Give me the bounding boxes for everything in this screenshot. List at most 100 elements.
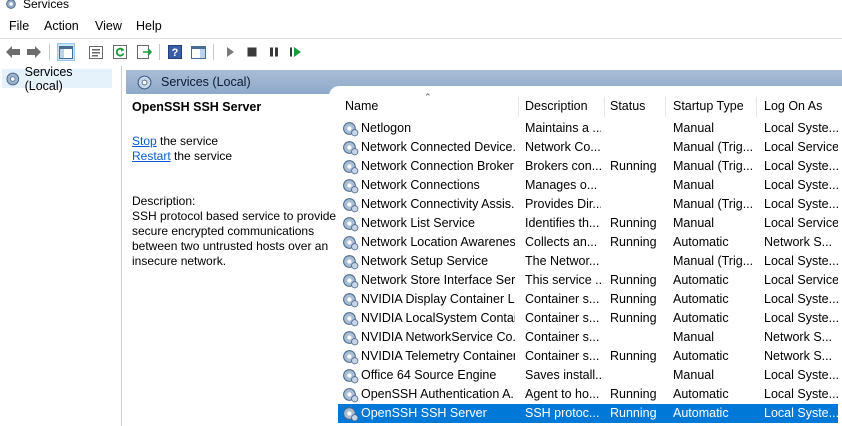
service-row[interactable]: NVIDIA NetworkService Co... Container s..… xyxy=(338,328,838,347)
row-log-on-as: Network S... xyxy=(764,235,833,249)
service-row[interactable]: Network Connections Manages o... Manual Loc… xyxy=(338,176,838,195)
show-hide-action-pane-icon[interactable] xyxy=(189,43,207,61)
service-gear-icon xyxy=(343,350,359,365)
row-log-on-as: Local Syste... xyxy=(764,368,838,382)
row-name: Network List Service xyxy=(361,216,475,230)
row-description: Agent to ho... xyxy=(525,387,600,401)
services-gear-icon xyxy=(6,72,20,85)
service-detail-panel: OpenSSH SSH Server Stop the service Rest… xyxy=(132,100,336,268)
row-description: This service ... xyxy=(525,273,601,287)
properties-icon[interactable] xyxy=(87,43,105,61)
menu-help[interactable]: Help xyxy=(136,19,162,33)
menu-file[interactable]: File xyxy=(9,19,29,33)
row-log-on-as: Local Syste... xyxy=(764,387,838,401)
row-description: The Networ... xyxy=(525,254,600,268)
window-title: Services xyxy=(23,0,70,11)
stop-line: Stop the service xyxy=(132,134,218,148)
service-gear-icon xyxy=(343,274,359,289)
toolbar-separator xyxy=(49,44,50,60)
row-log-on-as: Local Syste... xyxy=(764,292,838,306)
row-description: Collects an... xyxy=(525,235,598,249)
row-startup-type: Manual xyxy=(673,368,714,382)
tree-item-services-local[interactable]: Services (Local) xyxy=(2,65,112,93)
column-header-log-on-as[interactable]: Log On As xyxy=(764,99,822,119)
description-label: Description: xyxy=(132,194,196,208)
help-icon[interactable]: ? xyxy=(166,43,184,61)
column-header-startup-type[interactable]: Startup Type xyxy=(673,99,744,119)
service-row[interactable]: NVIDIA Telemetry Container Container s...… xyxy=(338,347,838,366)
toolbar: ? xyxy=(0,38,842,65)
description-line: secure encrypted communications xyxy=(132,224,315,238)
row-startup-type: Manual xyxy=(673,178,714,192)
row-name: NVIDIA NetworkService Co... xyxy=(361,330,515,344)
service-row[interactable]: Network Connected Device... Network Co...… xyxy=(338,138,838,157)
service-row[interactable]: OpenSSH Authentication A... Agent to ho..… xyxy=(338,385,838,404)
row-description: Container s... xyxy=(525,292,600,306)
forward-icon[interactable] xyxy=(25,43,43,61)
services-gear-icon xyxy=(6,0,16,9)
row-startup-type: Manual xyxy=(673,330,714,344)
service-row[interactable]: NVIDIA LocalSystem Contai... Container s.… xyxy=(338,309,838,328)
column-divider[interactable] xyxy=(665,97,666,117)
row-description: Container s... xyxy=(525,311,600,325)
row-log-on-as: Network S... xyxy=(764,349,833,363)
row-log-on-as: Local Syste... xyxy=(764,311,838,325)
menu-bar: File Action View Help xyxy=(0,14,842,38)
service-gear-icon xyxy=(343,141,359,156)
row-status: Running xyxy=(610,273,657,287)
row-startup-type: Manual (Trig... xyxy=(673,159,754,173)
title-bar: Services xyxy=(0,0,842,14)
menu-view[interactable]: View xyxy=(95,19,122,33)
service-gear-icon xyxy=(343,236,359,251)
restart-service-icon[interactable] xyxy=(287,43,305,61)
stop-service-link[interactable]: Stop xyxy=(132,134,157,148)
column-divider[interactable] xyxy=(756,97,757,117)
row-name: Network Location Awareness xyxy=(361,235,515,249)
service-row[interactable]: Netlogon Maintains a ... Manual Local Syste… xyxy=(338,119,838,138)
row-name: Network Connectivity Assis... xyxy=(361,197,515,211)
row-description: Saves install... xyxy=(525,368,601,382)
service-gear-icon xyxy=(343,407,359,422)
service-row[interactable]: Network Store Interface Ser... This servi… xyxy=(338,271,838,290)
show-hide-console-tree-icon[interactable] xyxy=(57,43,75,61)
row-description: Maintains a ... xyxy=(525,121,601,135)
service-row[interactable]: Network List Service Identifies th... Runn… xyxy=(338,214,838,233)
row-description: Network Co... xyxy=(525,140,601,154)
service-row[interactable]: Network Location Awareness Collects an...… xyxy=(338,233,838,252)
back-icon[interactable] xyxy=(4,43,22,61)
console-tree: Services (Local) xyxy=(0,65,122,426)
restart-line: Restart the service xyxy=(132,149,232,163)
service-row[interactable]: NVIDIA Display Container LS Container s..… xyxy=(338,290,838,309)
service-row[interactable]: Network Connectivity Assis... Provides Di… xyxy=(338,195,838,214)
export-list-icon[interactable] xyxy=(135,43,153,61)
service-row[interactable]: Network Connection Broker Brokers con... R… xyxy=(338,157,838,176)
column-header-description[interactable]: Description xyxy=(525,99,588,119)
column-header-name[interactable]: Name xyxy=(345,99,378,119)
row-description: Identifies th... xyxy=(525,216,600,230)
start-service-icon[interactable] xyxy=(221,43,239,61)
row-startup-type: Automatic xyxy=(673,349,729,363)
column-divider[interactable] xyxy=(604,97,605,117)
row-name: Netlogon xyxy=(361,121,412,135)
row-log-on-as: Local Syste... xyxy=(764,121,838,135)
menu-action[interactable]: Action xyxy=(44,19,79,33)
row-name: Network Setup Service xyxy=(361,254,489,268)
services-pane: Services (Local) OpenSSH SSH Server Stop… xyxy=(126,70,842,426)
restart-service-link[interactable]: Restart xyxy=(132,149,171,163)
stop-service-icon[interactable] xyxy=(243,43,261,61)
service-row[interactable]: Network Setup Service The Networ... Manual… xyxy=(338,252,838,271)
row-startup-type: Manual (Trig... xyxy=(673,140,754,154)
stop-line-text: the service xyxy=(156,134,219,148)
pause-service-icon[interactable] xyxy=(265,43,283,61)
service-row[interactable]: Office 64 Source Engine Saves install... M… xyxy=(338,366,838,385)
column-header-status[interactable]: Status xyxy=(610,99,645,119)
service-gear-icon xyxy=(343,255,359,270)
service-gear-icon xyxy=(343,388,359,403)
row-name: OpenSSH SSH Server xyxy=(361,406,487,420)
refresh-icon[interactable] xyxy=(111,43,129,61)
service-row[interactable]: OpenSSH SSH Server SSH protoc... Running Au… xyxy=(338,404,838,423)
service-gear-icon xyxy=(343,160,359,175)
column-divider[interactable] xyxy=(518,97,519,117)
toolbar-separator xyxy=(159,44,160,60)
row-description: Provides Dir... xyxy=(525,197,601,211)
